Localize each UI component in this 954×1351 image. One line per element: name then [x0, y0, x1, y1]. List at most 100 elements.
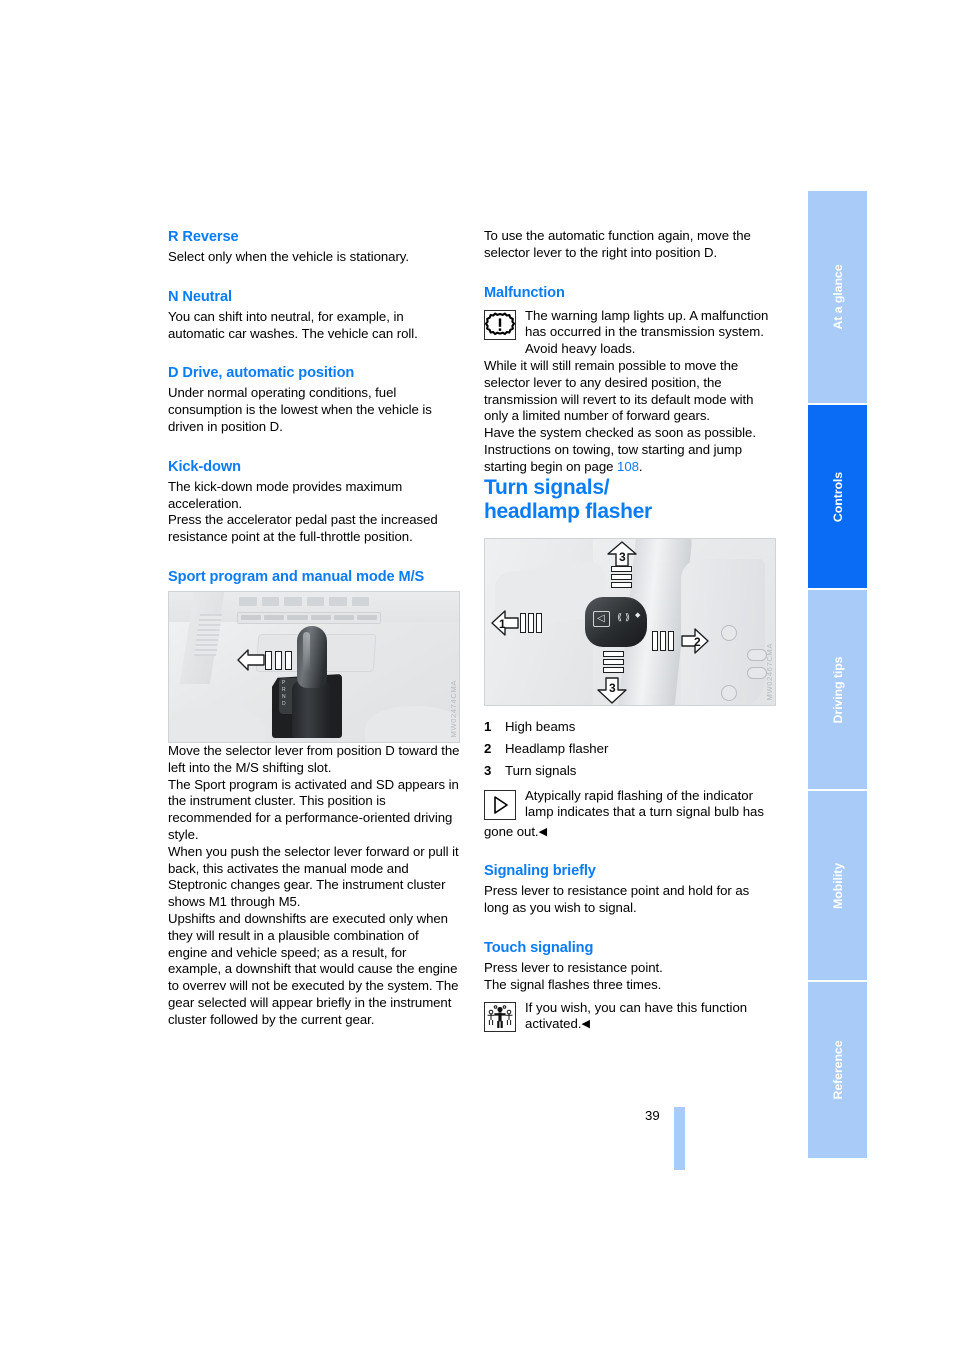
legend-label: Headlamp flasher [505, 740, 609, 756]
text-sport-2: The Sport program is activated and SD ap… [168, 776, 459, 842]
text-signaling-briefly: Press lever to resistance point and hold… [484, 883, 750, 916]
stalk-marking-icon: ◆ [635, 611, 641, 619]
gear-seat-left [169, 705, 265, 742]
stalk-label-2: 2 [694, 634, 701, 649]
note-bulb-failure: Atypically rapid flashing of the indicat… [484, 788, 776, 824]
tab-label: Reference [830, 1040, 845, 1100]
towing-text-post: . [638, 458, 643, 474]
text-kick-down-1: The kick-down mode provides maximum acce… [168, 478, 403, 511]
tab-label: Driving tips [830, 656, 845, 723]
figure-code-stalk: MW02467CMA [765, 643, 774, 701]
tab-label: Controls [830, 471, 845, 522]
note-triangle-icon [484, 789, 516, 820]
service-figures-icon [484, 1001, 516, 1032]
tab-label: Mobility [830, 862, 845, 909]
heading-sport-program: Sport program and manual mode M/S [168, 568, 425, 585]
stalk-legend: 1 High beams 2 Headlamp flasher 3 Turn s… [484, 716, 776, 782]
sidebar-tab-driving-tips[interactable]: Driving tips [808, 590, 867, 789]
note-service-end-marker: ◀ [581, 1018, 590, 1031]
stalk-arrow-1-left: 1 [491, 609, 519, 642]
gear-motion-bars [265, 650, 292, 670]
heading-touch-signaling: Touch signaling [484, 939, 594, 956]
stalk-ticks-up [611, 565, 632, 588]
note-service-body: If you wish, you can have this function … [525, 999, 748, 1032]
sidebar-tab-at-a-glance[interactable]: At a glance [808, 191, 867, 403]
stalk-ticks-right [652, 630, 674, 651]
note-malfunction: The warning lamp lights up. A malfunctio… [484, 308, 776, 358]
text-towing-reference: Instructions on towing, tow starting and… [484, 442, 776, 476]
legend-number: 3 [484, 762, 492, 778]
figure-turn-signal-stalk: ◁ ⟪ ⟫ ◆ 3 1 2 3 MW02467CMA [484, 537, 776, 706]
gear-seat-right [365, 705, 459, 742]
heading-kick-down: Kick-down [168, 458, 241, 475]
legend-number: 1 [484, 718, 492, 734]
wheel-button-2 [747, 648, 767, 661]
text-sport-4: Upshifts and downshifts are executed onl… [168, 910, 459, 1027]
gear-boot [292, 679, 332, 738]
note-service-text: If you wish, you can have this function … [484, 1000, 776, 1034]
sidebar-tab-mobility[interactable]: Mobility [808, 791, 867, 980]
sidebar-tab-reference[interactable]: Reference [808, 982, 867, 1158]
sidebar-tab-controls[interactable]: Controls [808, 405, 867, 588]
legend-row: 3 Turn signals [484, 760, 776, 782]
gear-knob [297, 625, 327, 688]
heading-r-reverse: R Reverse [168, 229, 239, 245]
wheel-button-4 [721, 684, 737, 701]
stalk-ticks-left [520, 612, 542, 633]
stalk-label-1: 1 [499, 616, 506, 631]
stalk-ticks-down [603, 650, 624, 673]
note-malfunction-text: The warning lamp lights up. A malfunctio… [525, 307, 769, 357]
gear-left-arrow-icon [237, 646, 265, 674]
page-link-108[interactable]: 108 [617, 459, 639, 474]
legend-label: Turn signals [505, 762, 577, 778]
text-n-neutral: You can shift into neutral, for example,… [168, 308, 418, 341]
gear-control-panel [237, 611, 381, 624]
stalk-label-3-down: 3 [609, 680, 616, 695]
figure-code-gear: MW02474CMA [449, 680, 458, 738]
manual-page: R Reverse Select only when the vehicle i… [0, 0, 954, 1351]
note-bulb-tail: gone out. [484, 823, 539, 839]
page-number: 39 [645, 1108, 660, 1123]
page-number-bar [674, 1107, 685, 1170]
section-tab-rail: At a glance Controls Driving tips Mobili… [808, 191, 867, 1160]
wheel-button-1 [721, 624, 737, 641]
note-bulb-text-2: gone out.◀ [484, 824, 776, 841]
text-r-reverse: Select only when the vehicle is stationa… [168, 249, 409, 264]
text-malfunction-1: While it will still remain possible to m… [484, 357, 754, 424]
text-intro: To use the automatic function again, mov… [484, 228, 751, 260]
right-column: To use the automatic function again, mov… [484, 228, 776, 1036]
note-end-marker: ◀ [538, 825, 547, 838]
page-title-turn-signals: Turn signals/ headlamp flasher [484, 476, 776, 524]
heading-malfunction: Malfunction [484, 284, 565, 301]
note-bulb-text-1: Atypically rapid flashing of the indicat… [525, 787, 764, 820]
text-d-drive: Under normal operating conditions, fuel … [168, 385, 432, 434]
wheel-button-3 [747, 666, 767, 679]
title-line-1: Turn signals/ [484, 475, 610, 499]
left-column: R Reverse Select only when the vehicle i… [168, 228, 460, 1029]
note-service-activation: If you wish, you can have this function … [484, 1000, 776, 1036]
high-beam-glyph-icon: ◁ [597, 612, 605, 624]
text-malfunction-2: Have the system checked as soon as possi… [484, 425, 756, 441]
stalk-arrow-2-right: 2 [681, 627, 709, 660]
tab-label: At a glance [830, 264, 845, 330]
gear-upper-buttons [239, 596, 369, 606]
legend-number: 2 [484, 740, 492, 756]
figure-gear-selector: PRND MW02474CMA [168, 590, 460, 743]
text-kick-down-2: Press the accelerator pedal past the inc… [168, 512, 438, 545]
legend-label: High beams [505, 718, 576, 734]
text-touch-2: The signal flashes three times. [484, 976, 662, 992]
legend-row: 1 High beams [484, 716, 776, 738]
turn-left-glyph-icon: ⟪ [617, 611, 623, 622]
title-line-2: headlamp flasher [484, 499, 652, 523]
transmission-warning-icon [484, 309, 516, 340]
text-touch-1: Press lever to resistance point. [484, 959, 663, 975]
heading-n-neutral: N Neutral [168, 288, 232, 305]
legend-row: 2 Headlamp flasher [484, 738, 776, 760]
turn-right-glyph-icon: ⟫ [625, 611, 631, 622]
stalk-arrow-3-down: 3 [597, 676, 627, 705]
text-sport-1: Move the selector lever from position D … [168, 742, 460, 775]
heading-signaling-briefly: Signaling briefly [484, 863, 596, 880]
text-sport-3: When you push the selector lever forward… [168, 843, 459, 910]
stalk-label-3-up: 3 [619, 549, 626, 564]
gear-knob-highlight [303, 631, 310, 672]
